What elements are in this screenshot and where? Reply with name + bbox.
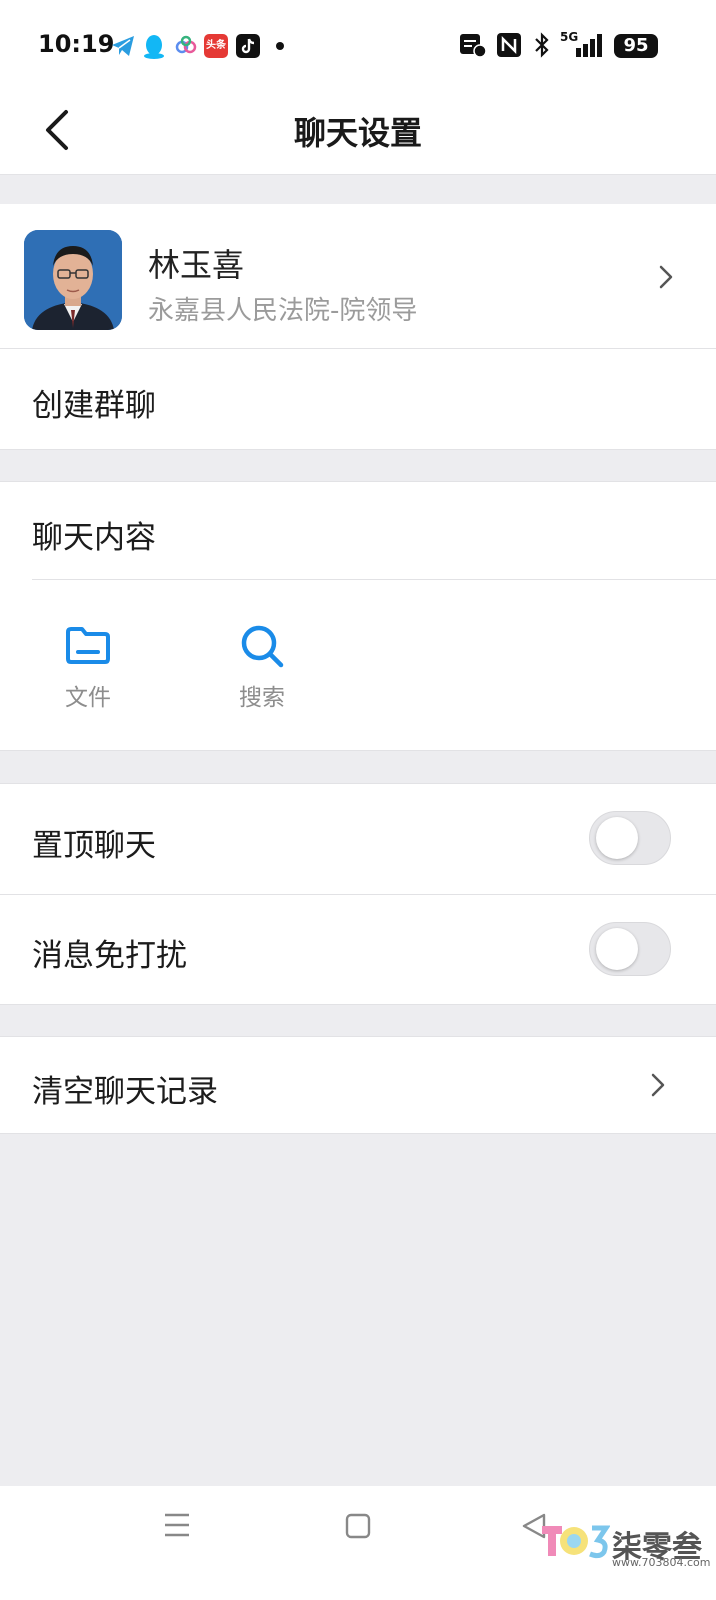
message-status-icon xyxy=(458,32,488,58)
chevron-right-icon[interactable] xyxy=(656,262,676,292)
do-not-disturb-toggle[interactable] xyxy=(589,922,671,976)
chevron-right-icon[interactable] xyxy=(648,1070,668,1100)
search-button[interactable]: 搜索 xyxy=(212,610,312,720)
toggle-knob xyxy=(596,817,638,859)
qq-icon xyxy=(143,34,167,59)
pin-chat-toggle[interactable] xyxy=(589,811,671,865)
battery-indicator: 95 xyxy=(614,34,658,58)
search-icon xyxy=(238,622,286,670)
do-not-disturb-label: 消息免打扰 xyxy=(32,938,187,974)
files-button[interactable]: 文件 xyxy=(38,610,138,720)
search-label: 搜索 xyxy=(239,685,285,711)
page-title: 聊天设置 xyxy=(293,114,422,152)
status-time: 10:19 xyxy=(38,30,115,58)
menu-icon[interactable] xyxy=(162,1510,192,1540)
chat-content-label: 聊天内容 xyxy=(32,520,156,556)
nfc-icon xyxy=(496,32,522,58)
cloud-app-icon xyxy=(174,34,198,58)
folder-icon xyxy=(64,622,112,670)
signal-icon xyxy=(574,32,606,58)
divider xyxy=(0,750,716,751)
files-label: 文件 xyxy=(65,685,111,711)
home-icon[interactable] xyxy=(344,1512,372,1540)
toggle-knob xyxy=(596,928,638,970)
pin-chat-label: 置顶聊天 xyxy=(32,828,156,864)
toutiao-icon: 头条 xyxy=(204,34,228,58)
avatar[interactable] xyxy=(24,230,122,330)
tiktok-icon xyxy=(236,34,260,58)
telegram-icon xyxy=(110,34,134,58)
clear-history-label: 清空聊天记录 xyxy=(32,1074,218,1110)
divider xyxy=(32,579,716,580)
bluetooth-icon xyxy=(532,32,552,58)
watermark-url: www.703804.com xyxy=(612,1556,711,1569)
watermark-logo-icon xyxy=(540,1518,611,1562)
divider xyxy=(0,1133,716,1134)
notification-dot-icon xyxy=(276,42,284,50)
create-group-label: 创建群聊 xyxy=(32,388,156,424)
divider xyxy=(0,1004,716,1005)
divider xyxy=(0,449,716,450)
contact-subtitle: 永嘉县人民法院-院领导 xyxy=(148,296,418,326)
contact-name: 林玉喜 xyxy=(148,246,245,284)
